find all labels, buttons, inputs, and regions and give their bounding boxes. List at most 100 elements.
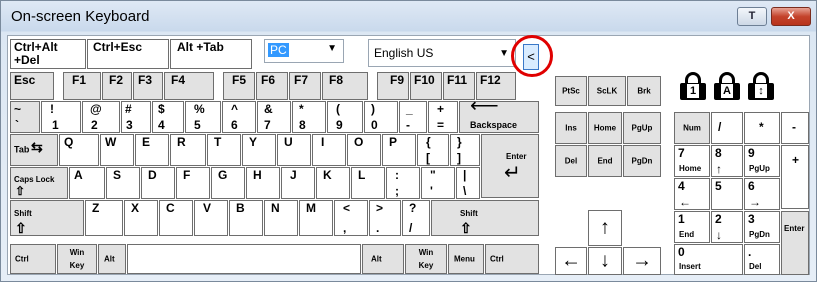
key-end[interactable]: End (588, 145, 622, 177)
ctrl-esc-button[interactable]: Ctrl+Esc (87, 39, 169, 69)
key-scroll-lock[interactable]: ScLK (588, 76, 626, 106)
key-caps-lock[interactable]: Caps Lock ⇧ (10, 167, 68, 199)
key-num-1[interactable]: 1 End (674, 211, 710, 243)
key-backslash[interactable]: | \ (456, 167, 480, 199)
key-num-5[interactable]: 5 (711, 178, 743, 210)
key-r[interactable]: R (170, 134, 206, 166)
key-h[interactable]: H (246, 167, 280, 199)
key-page-up[interactable]: PgUp (623, 112, 661, 144)
key-comma[interactable]: <, (334, 200, 368, 236)
key-f6[interactable]: F6 (256, 72, 288, 100)
key-num-3[interactable]: 3 PgDn (744, 211, 780, 243)
key-c[interactable]: C (159, 200, 193, 236)
key-6[interactable]: ^ 6 (222, 101, 256, 133)
key-quote[interactable]: " ' (421, 167, 455, 199)
key-up-arrow[interactable]: ↑ (588, 210, 622, 246)
key-num-multiply[interactable]: * (744, 112, 780, 144)
key-semicolon[interactable]: :; (386, 167, 420, 199)
key-3[interactable]: #3 (121, 101, 151, 133)
key-v[interactable]: V (194, 200, 228, 236)
key-f7[interactable]: F7 (289, 72, 321, 100)
key-w[interactable]: W (100, 134, 134, 166)
key-num-minus[interactable]: - (781, 112, 809, 144)
key-left-win[interactable]: Win Key (57, 244, 97, 274)
key-p[interactable]: P (382, 134, 416, 166)
key-s[interactable]: S (106, 167, 140, 199)
key-minus[interactable]: _ - (399, 101, 427, 133)
key-tab[interactable]: Tab ⇆ (10, 134, 58, 166)
key-num-9[interactable]: 9 PgUp (744, 145, 780, 177)
key-delete[interactable]: Del (555, 145, 587, 177)
key-f4[interactable]: F4 (164, 72, 214, 100)
key-num-lock[interactable]: Num (674, 112, 710, 144)
key-f9[interactable]: F9 (377, 72, 409, 100)
key-n[interactable]: N (264, 200, 298, 236)
key-f5[interactable]: F5 (223, 72, 255, 100)
key-f10[interactable]: F10 (410, 72, 442, 100)
language-select[interactable]: English US ▼ (368, 39, 516, 67)
key-left-alt[interactable]: Alt (98, 244, 126, 274)
key-slash[interactable]: ? / (402, 200, 430, 236)
key-equals[interactable]: + = (428, 101, 458, 133)
key-g[interactable]: G (211, 167, 245, 199)
keyboard-mode-select[interactable]: PC ▼ (264, 39, 344, 63)
key-t[interactable]: T (207, 134, 241, 166)
key-num-enter[interactable]: Enter (781, 211, 809, 275)
key-f8[interactable]: F8 (322, 72, 368, 100)
key-backspace[interactable]: ⟵ Backspace (459, 96, 539, 133)
ctrl-alt-del-button[interactable]: Ctrl+Alt +Del (10, 39, 86, 69)
key-menu[interactable]: Menu (448, 244, 484, 274)
key-9[interactable]: (9 (327, 101, 363, 133)
key-z[interactable]: Z (85, 200, 123, 236)
key-7[interactable]: & 7 (257, 101, 291, 133)
key-l[interactable]: L (351, 167, 385, 199)
key-4[interactable]: $4 (152, 101, 184, 133)
key-f2[interactable]: F2 (102, 72, 132, 100)
key-tilde[interactable]: ~ ` (10, 101, 40, 133)
key-enter[interactable]: Enter ↵ (481, 134, 539, 198)
key-f1[interactable]: F1 (63, 72, 101, 100)
key-num-divide[interactable]: / (711, 112, 743, 144)
key-num-0[interactable]: 0 Insert (674, 244, 743, 275)
key-right-shift[interactable]: Shift ⇧ (431, 200, 539, 236)
key-right-ctrl[interactable]: Ctrl (485, 244, 539, 274)
key-page-down[interactable]: PgDn (623, 145, 661, 177)
key-f3[interactable]: F3 (133, 72, 163, 100)
key-right-win[interactable]: Win Key (405, 244, 447, 274)
close-button[interactable]: X (771, 7, 811, 26)
key-8[interactable]: * 8 (292, 101, 326, 133)
key-esc[interactable]: Esc (10, 72, 54, 100)
key-left-brace[interactable]: {[ (417, 134, 449, 166)
key-right-alt[interactable]: Alt (362, 244, 404, 274)
help-button[interactable]: T (737, 7, 767, 26)
key-num-plus[interactable]: + (781, 145, 809, 209)
key-b[interactable]: B (229, 200, 263, 236)
key-left-shift[interactable]: Shift ⇧ (10, 200, 84, 236)
key-0[interactable]: ) 0 (364, 101, 398, 133)
key-1[interactable]: ! 1 (41, 101, 81, 133)
key-left-ctrl[interactable]: Ctrl (10, 244, 56, 274)
key-insert[interactable]: Ins (555, 112, 587, 144)
key-x[interactable]: X (124, 200, 158, 236)
key-right-brace[interactable]: }] (450, 134, 480, 166)
key-e[interactable]: E (135, 134, 169, 166)
key-5[interactable]: % 5 (185, 101, 221, 133)
key-print-screen[interactable]: PtSc (555, 76, 587, 106)
key-num-decimal[interactable]: . Del (744, 244, 780, 275)
key-num-7[interactable]: 7 Home (674, 145, 710, 177)
key-f[interactable]: F (176, 167, 210, 199)
key-num-8[interactable]: 8 ↑ (711, 145, 743, 177)
key-d[interactable]: D (141, 167, 175, 199)
key-y[interactable]: Y (242, 134, 276, 166)
key-2[interactable]: @2 (82, 101, 120, 133)
key-a[interactable]: A (69, 167, 105, 199)
alt-tab-button[interactable]: Alt +Tab (170, 39, 252, 69)
key-q[interactable]: Q (59, 134, 99, 166)
key-space[interactable] (127, 244, 361, 274)
key-left-arrow[interactable]: ← (555, 247, 587, 275)
key-num-6[interactable]: 6 → (744, 178, 780, 210)
key-i[interactable]: I (312, 134, 346, 166)
key-m[interactable]: M (299, 200, 333, 236)
key-num-2[interactable]: 2 ↓ (711, 211, 743, 243)
key-right-arrow[interactable]: → (623, 247, 661, 275)
